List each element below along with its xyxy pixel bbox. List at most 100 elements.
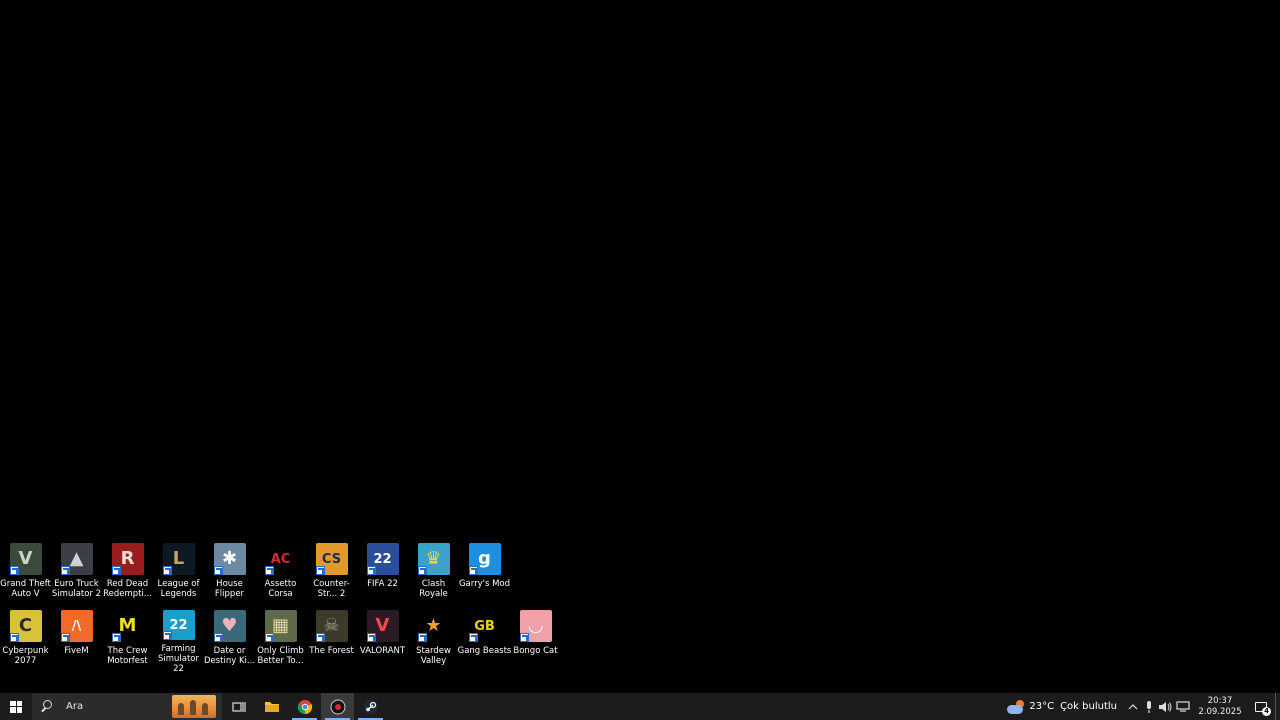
steam-button[interactable] <box>354 693 387 720</box>
shortcut-label: Cyberpunk 2077 <box>2 646 49 666</box>
shortcut-label: The Forest <box>309 646 354 656</box>
desktop-shortcut[interactable]: ▲ Euro Truck Simulator 2 <box>51 541 102 607</box>
task-view-button[interactable] <box>222 693 255 720</box>
fivem-icon: /\ <box>60 610 93 642</box>
chrome-icon <box>297 699 312 714</box>
desktop-shortcut[interactable]: L League of Legends <box>153 541 204 607</box>
chrome-button[interactable] <box>288 693 321 720</box>
shortcut-label: Counter-Str... 2 <box>313 579 350 599</box>
clash-royale-icon: ♛ <box>417 543 450 575</box>
clock-date: 2.09.2025 <box>1198 706 1242 717</box>
microphone-icon[interactable] <box>1141 693 1157 720</box>
desktop-shortcut[interactable]: 22 Farming Simulator 22 <box>153 608 204 674</box>
desktop-shortcut[interactable]: ★ Stardew Valley <box>408 608 459 674</box>
search-box[interactable]: Ara <box>32 693 222 720</box>
network-icon[interactable] <box>1173 693 1193 720</box>
desktop-shortcut[interactable]: ✱ House Flipper <box>204 541 255 607</box>
the-forest-icon: ☠ <box>315 610 348 642</box>
euro-truck-icon: ▲ <box>60 543 93 575</box>
desktop-shortcut[interactable]: M The Crew Motorfest <box>102 608 153 674</box>
league-of-legends-icon: L <box>162 543 195 575</box>
shortcut-label: Stardew Valley <box>416 646 451 666</box>
search-highlight-image[interactable] <box>172 695 216 718</box>
only-climb-icon: ▦ <box>264 610 297 642</box>
gang-beasts-icon: GB <box>468 610 501 642</box>
garrys-mod-icon: g <box>468 543 501 575</box>
red-dead-icon: R <box>111 543 144 575</box>
notification-center-button[interactable]: 4 <box>1247 693 1275 720</box>
task-view-icon <box>231 701 246 712</box>
desktop-shortcut[interactable]: C Cyberpunk 2077 <box>0 608 51 674</box>
steam-icon <box>363 699 378 714</box>
desktop-shortcut[interactable]: V VALORANT <box>357 608 408 674</box>
shortcut-label: FiveM <box>64 646 89 656</box>
cyberpunk-icon: C <box>9 610 42 642</box>
weather-temperature: 23°C <box>1029 701 1055 712</box>
desktop-shortcut[interactable]: GB Gang Beasts <box>457 608 512 674</box>
shortcut-arrow-icon <box>417 566 427 575</box>
desktop-icon-row: V Grand Theft Auto V ▲ Euro Truck Simulator… <box>0 541 510 607</box>
valorant-icon: V <box>366 610 399 642</box>
desktop-shortcut[interactable]: ◡ Bongo Cat <box>510 608 561 674</box>
windows-icon <box>10 700 22 713</box>
shortcut-label: Farming Simulator 22 <box>157 644 200 674</box>
weather-condition: Çok bulutlu <box>1060 701 1117 712</box>
desktop-shortcut[interactable]: V Grand Theft Auto V <box>0 541 51 607</box>
shortcut-label: Bongo Cat <box>513 646 558 656</box>
shortcut-label: Garry's Mod <box>458 579 511 589</box>
shortcut-label: FIFA 22 <box>367 579 398 589</box>
desktop: V Grand Theft Auto V ▲ Euro Truck Simulator… <box>0 0 1280 693</box>
desktop-shortcut[interactable]: /\ FiveM <box>51 608 102 674</box>
house-flipper-icon: ✱ <box>213 543 246 575</box>
weather-widget[interactable]: 23°C Çok bulutlu <box>999 699 1125 714</box>
shortcut-arrow-icon <box>366 566 376 575</box>
taskbar: Ara 23°C Çok bulutlu 20:37 2.09.2025 4 <box>0 693 1280 720</box>
desktop-shortcut[interactable]: ♛ Clash Royale <box>408 541 459 607</box>
shortcut-arrow-icon <box>264 566 274 575</box>
clock-time: 20:37 <box>1207 695 1233 706</box>
app-icon <box>330 699 345 714</box>
clock[interactable]: 20:37 2.09.2025 <box>1193 696 1247 718</box>
shortcut-arrow-icon <box>519 633 529 642</box>
desktop-shortcut[interactable]: ▦ Only Climb Better To... <box>255 608 306 674</box>
shortcut-arrow-icon <box>315 566 325 575</box>
gta-v-icon: V <box>9 543 42 575</box>
shortcut-arrow-icon <box>111 633 121 642</box>
shortcut-label: VALORANT <box>359 646 406 656</box>
desktop-shortcut[interactable]: ☠ The Forest <box>306 608 357 674</box>
shortcut-arrow-icon <box>162 631 172 640</box>
folder-icon <box>264 702 279 712</box>
search-placeholder: Ara <box>66 701 84 712</box>
desktop-shortcut[interactable]: AC Assetto Corsa <box>255 541 306 607</box>
date-or-destiny-icon: ♥ <box>213 610 246 642</box>
shortcut-label: Date or Destiny Ki... <box>203 646 256 666</box>
fifa-22-icon: 22 <box>366 543 399 575</box>
farming-simulator-icon: 22 <box>162 610 195 640</box>
shortcut-arrow-icon <box>162 566 172 575</box>
show-desktop-button[interactable] <box>1275 693 1280 720</box>
shortcut-arrow-icon <box>213 566 223 575</box>
volume-icon[interactable] <box>1157 693 1173 720</box>
the-crew-icon: M <box>111 610 144 642</box>
shortcut-label: Gang Beasts <box>457 646 512 656</box>
search-icon <box>40 699 54 714</box>
shortcut-label: Only Climb Better To... <box>257 646 304 666</box>
start-button[interactable] <box>0 693 32 720</box>
file-explorer-button[interactable] <box>255 693 288 720</box>
shortcut-arrow-icon <box>264 633 274 642</box>
desktop-shortcut[interactable]: 22 FIFA 22 <box>357 541 408 607</box>
app-button[interactable] <box>321 693 354 720</box>
shortcut-arrow-icon <box>468 566 478 575</box>
shortcut-arrow-icon <box>213 633 223 642</box>
desktop-shortcut[interactable]: R Red Dead Redempti... <box>102 541 153 607</box>
counter-strike-icon: CS <box>315 543 348 575</box>
chevron-up-icon[interactable] <box>1125 693 1141 720</box>
desktop-shortcut[interactable]: ♥ Date or Destiny Ki... <box>204 608 255 674</box>
desktop-shortcut[interactable]: g Garry's Mod <box>459 541 510 607</box>
shortcut-arrow-icon <box>9 566 19 575</box>
weather-icon <box>1007 699 1025 714</box>
desktop-shortcut[interactable]: CS Counter-Str... 2 <box>306 541 357 607</box>
system-tray: 23°C Çok bulutlu 20:37 2.09.2025 4 <box>999 693 1280 720</box>
desktop-icon-row: C Cyberpunk 2077 /\ FiveM M The Crew Motorfes… <box>0 608 561 674</box>
shortcut-label: Assetto Corsa <box>264 579 297 599</box>
